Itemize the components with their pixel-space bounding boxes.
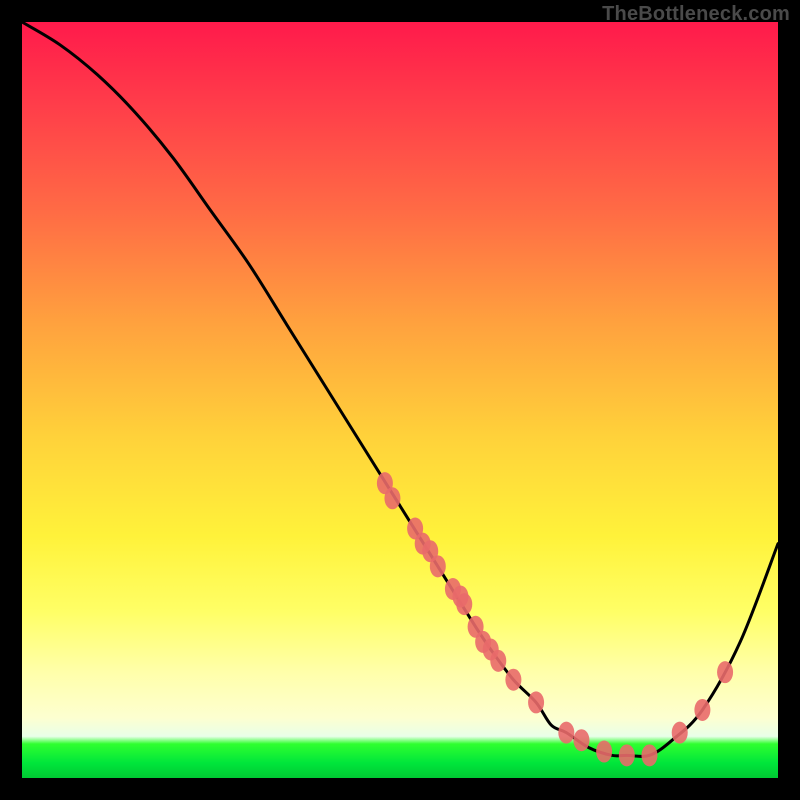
- curve-marker: [505, 669, 521, 691]
- curve-marker: [717, 661, 733, 683]
- chart-frame: [22, 22, 778, 778]
- curve-marker: [694, 699, 710, 721]
- watermark-text: TheBottleneck.com: [602, 3, 790, 26]
- bottleneck-curve: [22, 22, 778, 756]
- curve-marker: [573, 729, 589, 751]
- curve-markers: [377, 472, 733, 766]
- chart-svg: [22, 22, 778, 778]
- curve-marker: [430, 555, 446, 577]
- curve-marker: [619, 744, 635, 766]
- curve-marker: [596, 741, 612, 763]
- curve-marker: [528, 691, 544, 713]
- curve-marker: [558, 722, 574, 744]
- curve-marker: [672, 722, 688, 744]
- curve-marker: [641, 744, 657, 766]
- curve-marker: [384, 487, 400, 509]
- curve-marker: [490, 650, 506, 672]
- curve-marker: [456, 593, 472, 615]
